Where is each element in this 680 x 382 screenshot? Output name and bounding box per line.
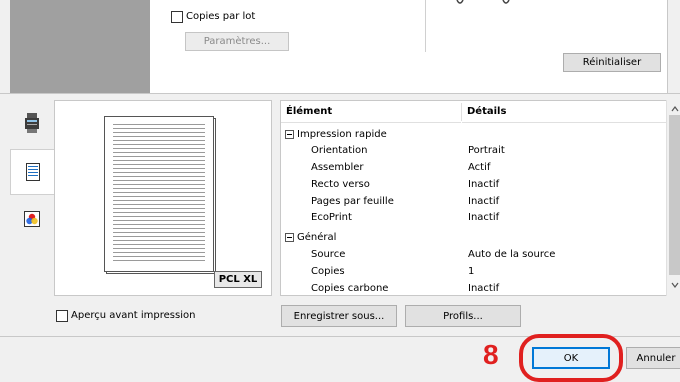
top-gray-block: [10, 0, 150, 94]
collapse-icon[interactable]: [285, 233, 294, 242]
row-value: Inactif: [468, 212, 500, 223]
row-value: Inactif: [468, 196, 500, 207]
print-preview-checkbox[interactable]: [56, 310, 68, 322]
save-as-button[interactable]: Enregistrer sous...: [281, 305, 397, 327]
tab-printer[interactable]: [10, 103, 54, 143]
row-key: Source: [311, 249, 346, 260]
row-key: Copies: [311, 266, 345, 277]
group-title: Impression rapide: [297, 129, 387, 140]
table-row[interactable]: Source Auto de la source: [281, 247, 659, 263]
row-value: Inactif: [468, 283, 500, 294]
color-icon: [24, 211, 40, 227]
row-key: EcoPrint: [311, 212, 352, 223]
table-row[interactable]: Recto verso Inactif: [281, 177, 659, 193]
pdl-badge: PCL XL: [214, 271, 262, 288]
row-value: Portrait: [468, 145, 505, 156]
top-left-strip: [0, 0, 10, 94]
row-key: Copies carbone: [311, 283, 389, 294]
table-row[interactable]: EcoPrint Inactif: [281, 210, 659, 226]
row-key: Recto verso: [311, 179, 370, 190]
group-title: Général: [297, 232, 337, 243]
tab-color[interactable]: [10, 199, 54, 239]
column-header-item[interactable]: Élément: [281, 101, 461, 123]
row-key: Assembler: [311, 162, 364, 173]
row-value: Actif: [468, 162, 491, 173]
row-value: 1: [468, 266, 475, 277]
partial-graphic: [445, 0, 535, 10]
row-value: Auto de la source: [468, 249, 556, 260]
tab-page[interactable]: [10, 149, 54, 195]
group-row[interactable]: Général: [281, 230, 659, 246]
scrollbar-thumb[interactable]: [669, 115, 680, 275]
table-row[interactable]: Assembler Actif: [281, 160, 659, 176]
cancel-button[interactable]: Annuler: [626, 347, 680, 369]
collate-checkbox[interactable]: [171, 11, 183, 23]
row-value: Inactif: [468, 179, 500, 190]
step-number: 8: [483, 339, 499, 370]
vertical-divider: [425, 0, 426, 52]
collate-label: Copies par lot: [186, 11, 256, 22]
scroll-up-icon[interactable]: [670, 104, 680, 114]
page-icon: [25, 163, 40, 181]
ok-button[interactable]: OK: [532, 347, 610, 369]
row-key: Pages par feuille: [311, 196, 394, 207]
print-preview-label: Aperçu avant impression: [71, 310, 196, 321]
settings-table: Élément Détails Impression rapide Orient…: [280, 100, 668, 296]
table-row[interactable]: Pages par feuille Inactif: [281, 194, 659, 210]
settings-button[interactable]: Paramètres...: [185, 32, 289, 51]
table-row[interactable]: Copies carbone Inactif: [281, 281, 659, 295]
row-key: Orientation: [311, 145, 368, 156]
reset-button[interactable]: Réinitialiser: [563, 53, 661, 72]
table-row[interactable]: Orientation Portrait: [281, 143, 659, 159]
collapse-icon[interactable]: [285, 130, 294, 139]
group-row[interactable]: Impression rapide: [281, 127, 659, 143]
section-separator: [0, 93, 680, 94]
column-header-details[interactable]: Détails: [462, 101, 667, 123]
scroll-down-icon[interactable]: [670, 280, 680, 290]
profiles-button[interactable]: Profils...: [405, 305, 521, 327]
page-text-lines: [113, 124, 205, 264]
table-row[interactable]: Copies 1: [281, 264, 659, 280]
printer-icon: [25, 113, 39, 133]
